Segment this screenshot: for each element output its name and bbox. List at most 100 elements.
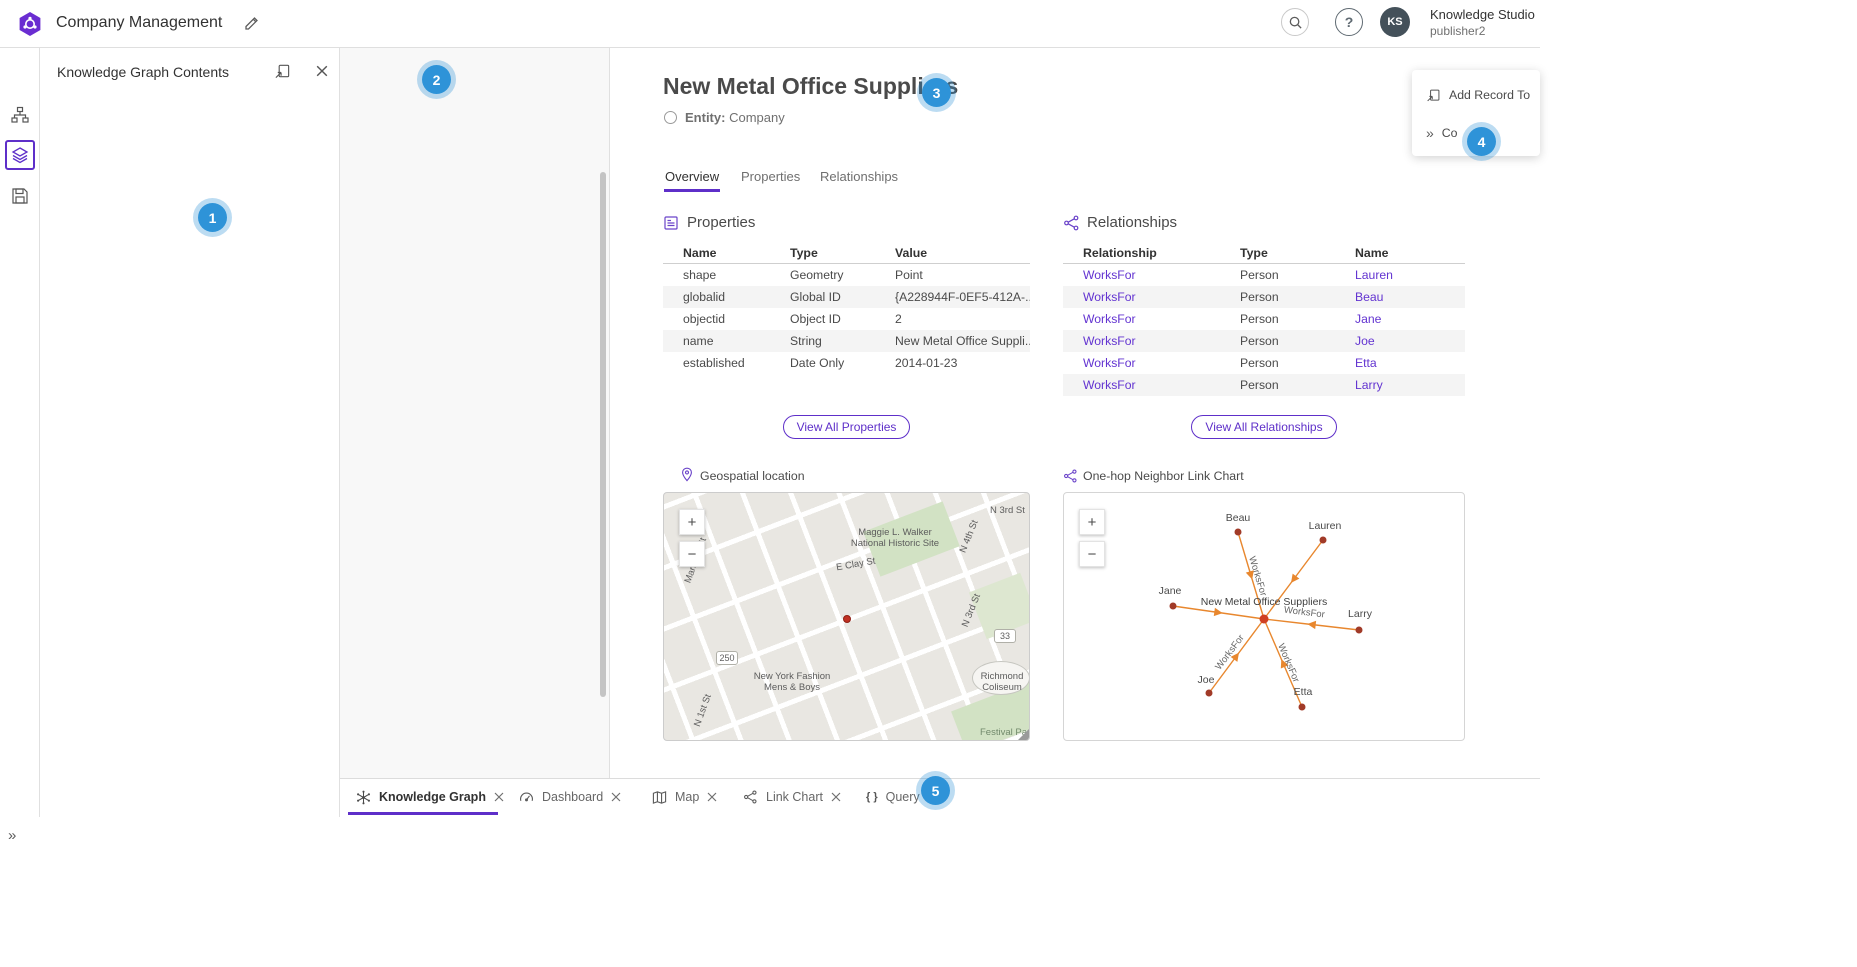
app-window: Company Management ? KS Knowledge Studio… xyxy=(0,0,1540,817)
col-header: Name xyxy=(1355,246,1465,260)
close-tab-icon[interactable] xyxy=(494,792,504,802)
relationship-row: WorksForPersonLauren xyxy=(1063,264,1465,286)
entity-type-line: Entity: Company xyxy=(664,110,785,125)
close-panel-icon[interactable] xyxy=(316,65,328,77)
link-chart-section-icon xyxy=(1063,469,1078,483)
map[interactable]: N 3rd St N 4th St Maggie L. Walker Natio… xyxy=(663,492,1030,741)
app-logo-icon xyxy=(16,10,44,38)
map-pin-icon xyxy=(681,467,693,482)
entity-dot-icon xyxy=(664,111,677,124)
zoom-in-button[interactable]: + xyxy=(679,509,705,535)
property-row: globalidGlobal ID{A228944F-0EF5-412A-... xyxy=(663,286,1030,308)
zoom-out-button[interactable]: − xyxy=(1079,541,1105,567)
signed-in-user: publisher2 xyxy=(1430,24,1485,38)
record-list-panel xyxy=(340,48,610,817)
col-header: Name xyxy=(683,246,790,260)
edge-label: WorksFor xyxy=(1275,642,1301,684)
page: { "header": { "app_title": "Company Mana… xyxy=(0,0,1857,967)
panel-title: Knowledge Graph Contents xyxy=(57,64,229,80)
node-center[interactable] xyxy=(1260,615,1269,624)
node-joe[interactable] xyxy=(1206,690,1213,697)
add-to-new-panel-icon[interactable] xyxy=(274,63,291,80)
tab-properties[interactable]: Properties xyxy=(741,169,800,184)
col-header: Value xyxy=(895,246,1030,260)
node-label: Joe xyxy=(1198,674,1215,686)
map-icon xyxy=(652,790,667,805)
relationships-table: Relationship Type Name WorksForPersonLau… xyxy=(1063,242,1465,396)
close-tab-icon[interactable] xyxy=(831,792,841,802)
node-beau[interactable] xyxy=(1235,529,1242,536)
edge-joe xyxy=(1209,619,1264,693)
relationships-section-icon xyxy=(1063,215,1080,231)
tool-layers-selected[interactable] xyxy=(5,140,35,170)
map-poi-label: Maggie L. Walker National Historic Site xyxy=(849,527,941,549)
relationships-section-title: Relationships xyxy=(1087,214,1177,231)
list-scrollbar[interactable] xyxy=(600,172,606,697)
node-jane[interactable] xyxy=(1170,603,1177,610)
properties-header-row: Name Type Value xyxy=(663,242,1030,264)
save-icon[interactable] xyxy=(11,187,29,205)
zoom-out-button[interactable]: − xyxy=(679,541,705,567)
layers-icon xyxy=(11,146,29,164)
help-icon[interactable]: ? xyxy=(1335,8,1363,36)
center-node-label: New Metal Office Suppliers xyxy=(1201,596,1327,608)
kg-contents-panel: Knowledge Graph Contents xyxy=(40,48,340,817)
edge-larry xyxy=(1264,619,1359,630)
link-chart-section-title: One-hop Neighbor Link Chart xyxy=(1083,469,1244,483)
route-shield: 33 xyxy=(994,629,1016,643)
route-shield: 250 xyxy=(716,651,738,665)
avatar[interactable]: KS xyxy=(1380,7,1410,37)
close-tab-icon[interactable] xyxy=(611,792,621,802)
link-chart-icon xyxy=(743,790,758,804)
active-tab-underline xyxy=(664,189,720,192)
relationships-header-row: Relationship Type Name xyxy=(1063,242,1465,264)
expand-rail-icon[interactable]: » xyxy=(8,827,16,844)
properties-section-title: Properties xyxy=(687,214,755,231)
relationship-row: WorksForPersonJane xyxy=(1063,308,1465,330)
tool-rail: » xyxy=(0,48,40,817)
relationship-row: WorksForPersonBeau xyxy=(1063,286,1465,308)
edit-title-icon[interactable] xyxy=(244,15,260,31)
dashboard-icon xyxy=(519,790,534,805)
knowledge-graph-icon xyxy=(356,790,371,805)
node-label: Lauren xyxy=(1309,520,1342,532)
add-record-icon xyxy=(1426,88,1441,103)
node-lauren[interactable] xyxy=(1320,537,1327,544)
hierarchy-icon[interactable] xyxy=(11,106,29,124)
tab-overview[interactable]: Overview xyxy=(665,169,719,184)
callout-badge-5: 5 xyxy=(921,776,950,805)
relationship-row: WorksForPersonJoe xyxy=(1063,330,1465,352)
map-attribution-toggle[interactable] xyxy=(1018,729,1029,740)
property-row: objectidObject ID2 xyxy=(663,308,1030,330)
search-icon[interactable] xyxy=(1281,8,1309,36)
tab-relationships[interactable]: Relationships xyxy=(820,169,898,184)
col-header: Type xyxy=(1240,246,1355,260)
entity-label: Entity: xyxy=(685,110,725,125)
property-row: establishedDate Only2014-01-23 xyxy=(663,352,1030,374)
active-view-tab-underline xyxy=(348,812,498,815)
relationship-row: WorksForPersonEtta xyxy=(1063,352,1465,374)
map-poi-label: New York Fashion Mens & Boys xyxy=(746,671,838,693)
view-tab-link-chart[interactable]: Link Chart xyxy=(743,779,841,815)
view-tab-map[interactable]: Map xyxy=(652,779,717,815)
app-header: Company Management ? KS Knowledge Studio… xyxy=(0,0,1540,48)
link-chart-canvas: WorksFor WorksFor WorksFor WorksFor Beau… xyxy=(1064,493,1466,742)
menu-item-add-record-to[interactable]: Add Record To xyxy=(1412,78,1540,112)
zoom-in-button[interactable]: + xyxy=(1079,509,1105,535)
view-tab-dashboard[interactable]: Dashboard xyxy=(519,779,621,815)
callout-badge-2: 2 xyxy=(422,65,451,94)
query-icon: { } xyxy=(866,791,878,803)
geospatial-section-title: Geospatial location xyxy=(700,469,805,483)
node-etta[interactable] xyxy=(1299,704,1306,711)
view-all-properties-button[interactable]: View All Properties xyxy=(783,415,911,439)
record-title: New Metal Office Suppliers xyxy=(663,73,958,100)
entity-type: Company xyxy=(729,110,785,125)
view-all-relationships-button[interactable]: View All Relationships xyxy=(1191,415,1336,439)
node-larry[interactable] xyxy=(1356,627,1363,634)
map-zoom-controls: + − xyxy=(679,509,705,573)
close-tab-icon[interactable] xyxy=(707,792,717,802)
relationship-row: WorksForPersonLarry xyxy=(1063,374,1465,396)
view-tab-knowledge-graph[interactable]: Knowledge Graph xyxy=(356,779,504,815)
link-chart[interactable]: WorksFor WorksFor WorksFor WorksFor Beau… xyxy=(1063,492,1465,741)
link-chart-zoom-controls: + − xyxy=(1079,509,1105,573)
